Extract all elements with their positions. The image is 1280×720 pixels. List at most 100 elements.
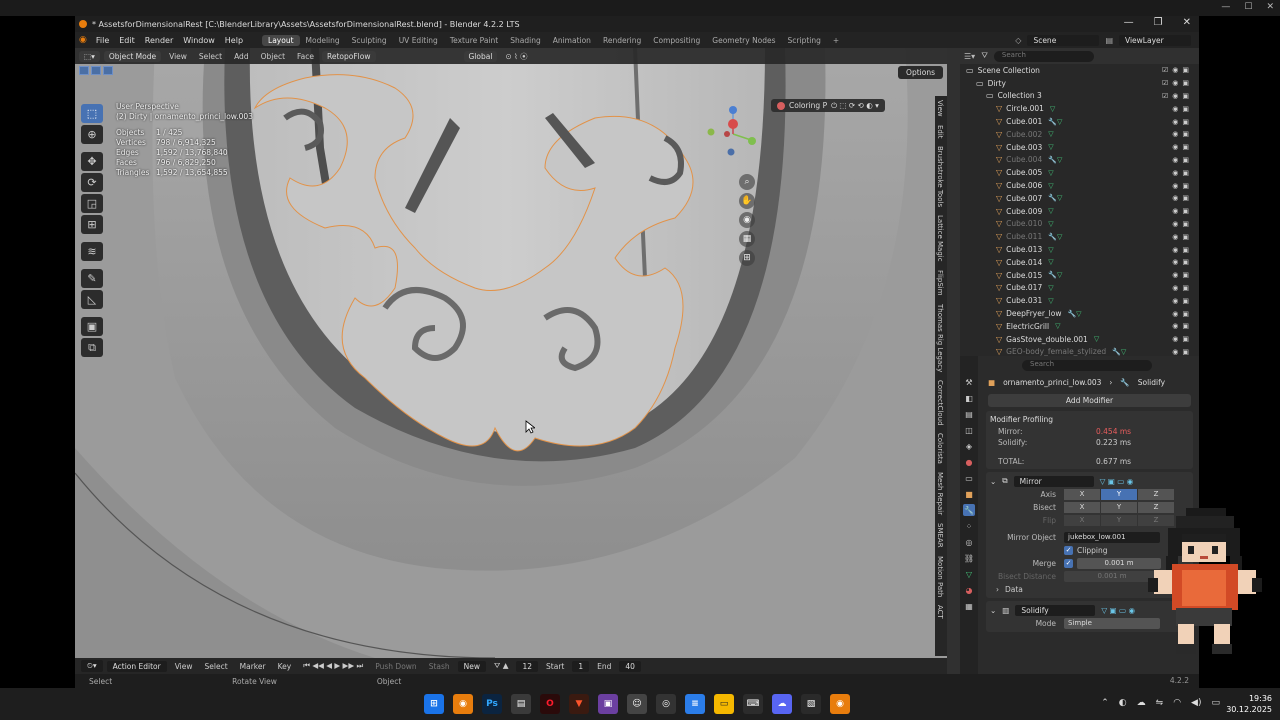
brave-app-icon[interactable]: ▼ [569, 694, 589, 714]
maximize-icon[interactable]: ❐ [1154, 17, 1163, 28]
outliner-item[interactable]: ▭ Scene Collection ☑◉▣ [960, 64, 1199, 77]
outliner-item[interactable]: ▽ Cube.001 🔧▽ ◉▣ [960, 115, 1199, 128]
chevron-down-icon[interactable]: ⌄ [990, 477, 996, 486]
start-frame-field[interactable]: 1 [572, 660, 590, 672]
end-frame-field[interactable]: 40 [619, 660, 641, 672]
scene-tab-icon[interactable]: ◈ [963, 440, 975, 452]
select-box-icon[interactable]: ⬚ [81, 104, 103, 123]
app-icon[interactable]: ▤ [511, 694, 531, 714]
properties-search-input[interactable]: Search [1022, 360, 1152, 371]
tab-shading[interactable]: Shading [504, 35, 546, 46]
visibility-toggle-icon[interactable]: ◉▣ [1172, 207, 1193, 215]
scene-field[interactable]: Scene [1027, 34, 1100, 46]
rotate-icon[interactable]: ⟳ [81, 173, 103, 192]
annotate-icon[interactable]: ≋ [81, 242, 103, 261]
grid-icon[interactable]: ▦ [739, 231, 755, 247]
menu-file[interactable]: File [91, 36, 114, 45]
menu-view[interactable]: View [171, 662, 197, 671]
tab-texture-paint[interactable]: Texture Paint [444, 35, 504, 46]
menu-view[interactable]: View [165, 52, 191, 61]
outliner-item[interactable]: ▽ Cube.013 ▽ ◉▣ [960, 243, 1199, 256]
sidebar-tab-flipsim[interactable]: FlipSim [935, 266, 945, 300]
visibility-toggle-icon[interactable]: ◉▣ [1172, 335, 1193, 343]
mode-dropdown[interactable]: Object Mode [103, 50, 162, 62]
new-action-button[interactable]: New [457, 660, 487, 672]
camera-icon[interactable]: ◉ [739, 212, 755, 228]
select-mode-new-icon[interactable] [79, 65, 89, 75]
visibility-toggle-icon[interactable]: ◉▣ [1172, 322, 1193, 330]
chevron-down-icon[interactable]: ⌄ [990, 606, 996, 615]
outliner-item[interactable]: ▽ Cube.006 ▽ ◉▣ [960, 179, 1199, 192]
data-tab-icon[interactable]: ▽ [963, 568, 975, 580]
sidebar-tab-colorista[interactable]: Colorista [935, 429, 945, 468]
editor-type-icon[interactable]: ☰▾ [964, 52, 975, 61]
navigation-gizmo[interactable] [703, 104, 763, 164]
outliner-item[interactable]: ▽ Cube.003 ▽ ◉▣ [960, 141, 1199, 154]
axis-y-toggle[interactable]: Y [1101, 489, 1137, 500]
filter-icon[interactable]: ⛛ [981, 51, 988, 61]
outliner-item[interactable]: ▭ Dirty ☑◉▣ [960, 77, 1199, 90]
tab-modeling[interactable]: Modeling [300, 35, 346, 46]
visibility-toggle-icon[interactable]: ◉▣ [1172, 284, 1193, 292]
constraints-tab-icon[interactable]: ⛓ [963, 552, 975, 564]
snap-icon[interactable]: ⊙ ⌇ ⦿ [501, 51, 531, 62]
retopoflow-menu[interactable]: RetopoFlow [322, 50, 376, 62]
visibility-toggle-icon[interactable]: ◉▣ [1172, 194, 1193, 202]
menu-add[interactable]: Add [230, 52, 253, 61]
menu-marker[interactable]: Marker [236, 662, 270, 671]
sidebar-tab-mesh-repair[interactable]: Mesh Repair [935, 468, 945, 519]
outliner-item[interactable]: ▽ GasStove_double.001 ▽ ◉▣ [960, 333, 1199, 346]
visibility-toggle-icon[interactable]: ◉▣ [1172, 130, 1193, 138]
minimize-icon[interactable]: — [1221, 2, 1230, 12]
outliner-item[interactable]: ▽ Cube.015 🔧▽ ◉▣ [960, 269, 1199, 282]
options-button[interactable]: Options [898, 66, 943, 79]
maximize-icon[interactable]: ☐ [1244, 2, 1252, 12]
editor-type-icon[interactable]: ⏲▾ [81, 660, 103, 672]
file-explorer-icon[interactable]: ▭ [714, 694, 734, 714]
scale-icon[interactable]: ◲ [81, 194, 103, 213]
blender-menu-icon[interactable]: ◉ [79, 35, 91, 45]
visibility-toggle-icon[interactable]: ◉▣ [1172, 220, 1193, 228]
tab-compositing[interactable]: Compositing [647, 35, 706, 46]
view-layer-field[interactable]: ViewLayer [1119, 34, 1191, 46]
material-tab-icon[interactable]: ◕ [963, 584, 975, 596]
outliner-item[interactable]: ▽ Cube.002 ▽ ◉▣ [960, 128, 1199, 141]
tab-layout[interactable]: Layout [262, 34, 300, 46]
outliner-item[interactable]: ▽ Cube.011 🔧▽ ◉▣ [960, 230, 1199, 243]
move-icon[interactable]: ✥ [81, 152, 103, 171]
app-icon[interactable]: ▣ [598, 694, 618, 714]
tab-scripting[interactable]: Scripting [782, 35, 827, 46]
transform-orientation-dropdown[interactable]: Global [463, 50, 498, 62]
app-icon[interactable]: ▧ [801, 694, 821, 714]
visibility-toggle-icon[interactable]: ◉▣ [1172, 118, 1193, 126]
battery-icon[interactable]: ▭ [1211, 698, 1220, 708]
menu-key[interactable]: Key [274, 662, 296, 671]
visibility-toggle-icon[interactable]: ☑◉▣ [1162, 79, 1193, 87]
outliner[interactable]: ☰▾ ⛛ Search ▭ Scene Collection ☑◉▣ ▭ Dirty ☑◉… [960, 48, 1199, 356]
add-object-icon[interactable]: ⧉ [81, 338, 103, 357]
view-layer-tab-icon[interactable]: ◫ [963, 424, 975, 436]
volume-icon[interactable]: ◀) [1191, 698, 1201, 708]
cursor-icon[interactable]: ⊕ [81, 125, 103, 144]
push-down-button[interactable]: Push Down [371, 662, 420, 671]
transform-icon[interactable]: ⊞ [81, 215, 103, 234]
sidebar-tab-edit[interactable]: Edit [935, 121, 945, 143]
bisect-x-toggle[interactable]: X [1064, 502, 1100, 513]
visibility-toggle-icon[interactable]: ◉▣ [1172, 297, 1193, 305]
minimize-icon[interactable]: — [1124, 17, 1134, 28]
outliner-item[interactable]: ▽ Cube.004 🔧▽ ◉▣ [960, 154, 1199, 167]
menu-edit[interactable]: Edit [114, 36, 140, 45]
outliner-item[interactable]: ▽ Cube.017 ▽ ◉▣ [960, 282, 1199, 295]
sidebar-tab-correctcloud[interactable]: CorrectCloud [935, 376, 945, 430]
particles-tab-icon[interactable]: ⁘ [963, 520, 975, 532]
outliner-item[interactable]: ▽ Cube.010 ▽ ◉▣ [960, 218, 1199, 231]
menu-render[interactable]: Render [140, 36, 178, 45]
flip-x-toggle[interactable]: X [1064, 515, 1100, 526]
tab-animation[interactable]: Animation [547, 35, 597, 46]
menu-window[interactable]: Window [178, 36, 220, 45]
visibility-toggle-icon[interactable]: ☑◉▣ [1162, 66, 1193, 74]
visibility-toggle-icon[interactable]: ◉▣ [1172, 182, 1193, 190]
visibility-toggle-icon[interactable]: ◉▣ [1172, 246, 1193, 254]
visibility-toggle-icon[interactable]: ◉▣ [1172, 143, 1193, 151]
outliner-item[interactable]: ▽ DeepFryer_low 🔧▽ ◉▣ [960, 307, 1199, 320]
